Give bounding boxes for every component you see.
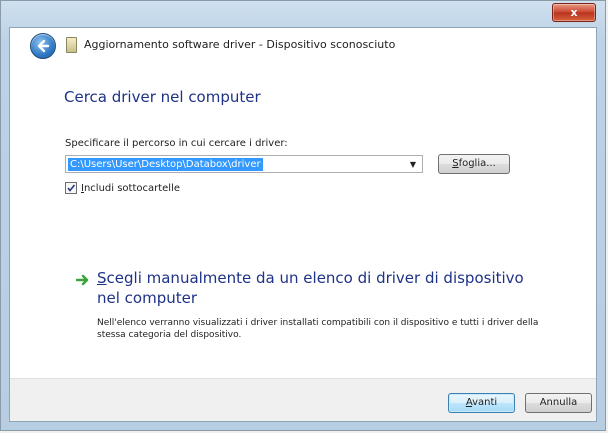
next-label: vanti	[472, 397, 498, 408]
path-value[interactable]: C:\Users\User\Desktop\Databox\driver	[68, 158, 263, 171]
next-button[interactable]: Avanti	[448, 393, 515, 413]
device-icon	[66, 37, 77, 53]
include-subfolders-checkbox[interactable]	[65, 182, 77, 194]
back-arrow-icon	[37, 39, 50, 53]
manual-choice-description: Nell'elenco verranno visualizzati i driv…	[97, 318, 539, 340]
path-combobox[interactable]: C:\Users\User\Desktop\Databox\driver ▼	[65, 155, 423, 173]
browse-button[interactable]: Sfoglia...	[438, 154, 510, 174]
green-arrow-icon	[76, 274, 89, 286]
wizard-client-area: Aggiornamento software driver - Disposit…	[9, 27, 597, 422]
window-title-bar: x	[1, 1, 605, 29]
wizard-footer: Avanti Annulla	[10, 378, 596, 421]
browse-label: foglia...	[458, 158, 496, 169]
choice-title-text: cegli manualmente da un elenco di driver…	[97, 269, 524, 307]
close-button[interactable]: x	[552, 3, 596, 22]
cancel-button[interactable]: Annulla	[525, 393, 592, 413]
choice-mnemonic: S	[97, 269, 107, 287]
back-button[interactable]	[30, 33, 56, 59]
page-heading: Cerca driver nel computer	[64, 88, 261, 106]
wizard-header: Aggiornamento software driver - Disposit…	[10, 28, 596, 62]
wizard-window: x Aggiornamento software driver - Dispos…	[0, 0, 606, 431]
path-label: Specificare il percorso in cui cercare i…	[65, 138, 288, 149]
wizard-title: Aggiornamento software driver - Disposit…	[84, 38, 396, 51]
checkmark-icon	[67, 184, 76, 192]
include-label-text: ncludi sottocartelle	[83, 182, 181, 194]
chevron-down-icon[interactable]: ▼	[410, 157, 416, 172]
manual-choice-link[interactable]: Scegli manualmente da un elenco di drive…	[97, 268, 537, 308]
include-subfolders-label[interactable]: Includi sottocartelle	[81, 183, 180, 194]
include-subfolders-row[interactable]: Includi sottocartelle	[65, 181, 180, 195]
